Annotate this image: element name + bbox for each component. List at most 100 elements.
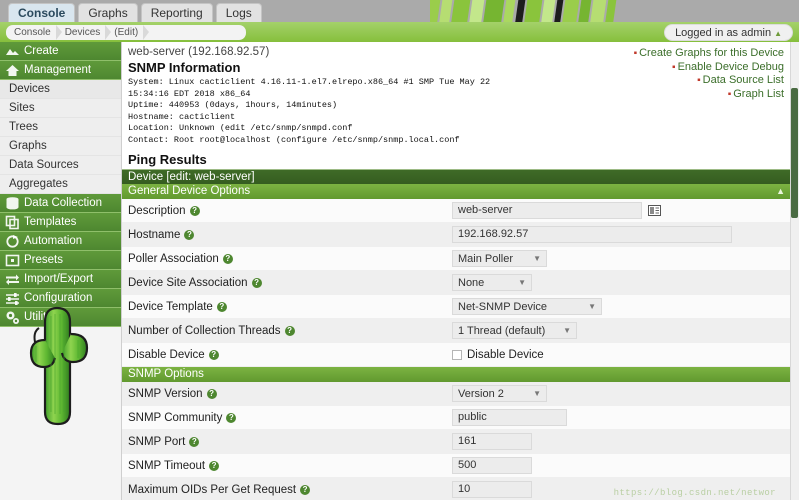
- contact-card-icon[interactable]: [648, 205, 661, 216]
- select-snmp-version[interactable]: Version 2 ▼: [452, 385, 547, 402]
- help-icon[interactable]: ?: [251, 277, 262, 288]
- action-link-data-source-list[interactable]: ▪ Data Source List: [634, 74, 784, 88]
- chevron-down-icon: ▼: [588, 302, 596, 311]
- snmp-info-line: Contact: Root root@localhost (configure …: [128, 134, 460, 145]
- field-label-text: SNMP Timeout: [128, 459, 206, 472]
- scrollbar-thumb[interactable]: [791, 88, 798, 218]
- form-row: SNMP Port? 161: [122, 430, 790, 454]
- input-description[interactable]: web-server: [452, 202, 642, 219]
- breadcrumb-console[interactable]: Console: [6, 25, 62, 40]
- help-icon[interactable]: ?: [184, 229, 195, 240]
- field-label: Disable Device?: [122, 349, 452, 361]
- field-label-text: Disable Device: [128, 348, 205, 361]
- field-label: SNMP Port?: [122, 436, 452, 448]
- action-link-enable-device-debug[interactable]: ▪ Enable Device Debug: [634, 61, 784, 75]
- action-link-graph-list[interactable]: ▪ Graph List: [634, 88, 784, 102]
- form-row: Disable Device? Disable Device: [122, 343, 790, 367]
- sidebar-item-trees[interactable]: Trees: [0, 118, 121, 137]
- field-label-text: SNMP Community: [128, 411, 223, 424]
- help-icon[interactable]: ?: [189, 205, 200, 216]
- help-icon[interactable]: ?: [222, 253, 233, 264]
- sidebar-group-management[interactable]: Management: [0, 61, 121, 80]
- select-device-template[interactable]: Net-SNMP Device ▼: [452, 298, 602, 315]
- field-label: SNMP Timeout?: [122, 460, 452, 472]
- chevron-up-icon: ▲: [774, 29, 782, 38]
- help-icon[interactable]: ?: [226, 412, 237, 423]
- input-snmp-community[interactable]: public: [452, 409, 567, 426]
- sidebar-group-label: Templates: [24, 216, 77, 228]
- input-snmp-timeout[interactable]: 500: [452, 457, 532, 474]
- form-row: Hostname? 192.168.92.57: [122, 223, 790, 247]
- section-header-general-device-options[interactable]: General Device Options ▲: [122, 184, 790, 199]
- help-icon[interactable]: ?: [284, 325, 295, 336]
- breadcrumb[interactable]: Console Devices (Edit): [6, 25, 246, 40]
- section-header-snmp-options[interactable]: SNMP Options: [122, 367, 790, 382]
- sidebar-item-graphs[interactable]: Graphs: [0, 137, 121, 156]
- sidebar-group-templates[interactable]: Templates: [0, 213, 121, 232]
- help-icon[interactable]: ?: [189, 436, 200, 447]
- form-row: Device Site Association? None ▼: [122, 271, 790, 295]
- sidebar-item-devices[interactable]: Devices: [0, 80, 121, 99]
- tab-console[interactable]: Console: [8, 3, 76, 22]
- select-value: 1 Thread (default): [458, 324, 546, 337]
- sidebar-group-create[interactable]: Create: [0, 42, 121, 61]
- checkbox-label: Disable Device: [467, 348, 544, 361]
- input-maximum-oids-per-get-request[interactable]: 10: [452, 481, 532, 498]
- bullet-icon: ▪: [697, 75, 701, 86]
- form-row: Description? web-server: [122, 199, 790, 223]
- action-link-create-graphs-for-this-device[interactable]: ▪ Create Graphs for this Device: [634, 47, 784, 61]
- help-icon[interactable]: ?: [300, 484, 311, 495]
- select-number-of-collection-threads[interactable]: 1 Thread (default) ▼: [452, 322, 577, 339]
- main-content: web-server (192.168.92.57) SNMP Informat…: [122, 42, 790, 500]
- select-device-site-association[interactable]: None ▼: [452, 274, 532, 291]
- breadcrumb-bar: Console Devices (Edit) Logged in as admi…: [0, 22, 799, 42]
- form-sections: General Device Options ▲ Description? web-s…: [122, 184, 790, 500]
- help-icon[interactable]: ?: [209, 460, 220, 471]
- help-icon[interactable]: ?: [206, 388, 217, 399]
- login-label: Logged in as admin: [675, 27, 772, 39]
- refresh-icon: [5, 234, 20, 249]
- breadcrumb-devices[interactable]: Devices: [57, 25, 111, 40]
- section-title: SNMP Options: [128, 368, 204, 380]
- chevron-down-icon: ▼: [533, 254, 541, 263]
- field-label: SNMP Community?: [122, 412, 452, 424]
- field-label: Number of Collection Threads?: [122, 325, 452, 337]
- collapse-chevron-icon[interactable]: ▲: [776, 184, 785, 199]
- sidebar-group-import-export[interactable]: Import/Export: [0, 270, 121, 289]
- select-poller-association[interactable]: Main Poller ▼: [452, 250, 547, 267]
- tab-logs[interactable]: Logs: [215, 3, 262, 22]
- help-icon[interactable]: ?: [216, 301, 227, 312]
- user-menu[interactable]: Logged in as admin ▲: [664, 24, 793, 41]
- breadcrumb-edit[interactable]: (Edit): [106, 25, 150, 40]
- help-icon[interactable]: ?: [208, 349, 219, 360]
- sidebar-group-automation[interactable]: Automation: [0, 232, 121, 251]
- chevron-down-icon: ▼: [518, 278, 526, 287]
- cactus-logo: [29, 306, 89, 426]
- tab-graphs[interactable]: Graphs: [78, 3, 138, 22]
- sidebar-item-label: Devices: [9, 83, 50, 95]
- sidebar-group-data-collection[interactable]: Data Collection: [0, 194, 121, 213]
- field-label-text: Poller Association: [128, 252, 219, 265]
- scrollbar-track[interactable]: [790, 42, 799, 500]
- create-icon: [5, 44, 20, 59]
- main-tabs[interactable]: Console Graphs Reporting Logs: [8, 3, 262, 22]
- field-label: Hostname?: [122, 229, 452, 241]
- sidebar-group-label: Data Collection: [24, 197, 102, 209]
- field-label: Device Site Association?: [122, 277, 452, 289]
- bullet-icon: ▪: [633, 48, 638, 59]
- input-snmp-port[interactable]: 161: [452, 433, 532, 450]
- input-hostname[interactable]: 192.168.92.57: [452, 226, 732, 243]
- field-label-text: Device Site Association: [128, 276, 248, 289]
- checkbox-disable-device[interactable]: Disable Device: [452, 349, 544, 361]
- sidebar-item-aggregates[interactable]: Aggregates: [0, 175, 121, 194]
- sidebar-item-sites[interactable]: Sites: [0, 99, 121, 118]
- sidebar-item-label: Graphs: [9, 140, 47, 152]
- sidebar-item-data-sources[interactable]: Data Sources: [0, 156, 121, 175]
- ping-results-heading: Ping Results: [128, 152, 207, 167]
- snmp-info-line: Uptime: 440953 (0days, 1hours, 14minutes…: [128, 100, 338, 110]
- sidebar-group-label: Presets: [24, 254, 63, 266]
- checkbox-box[interactable]: [452, 349, 462, 360]
- tab-reporting[interactable]: Reporting: [140, 3, 213, 22]
- sidebar-group-presets[interactable]: Presets: [0, 251, 121, 270]
- field-label: Description?: [122, 205, 452, 217]
